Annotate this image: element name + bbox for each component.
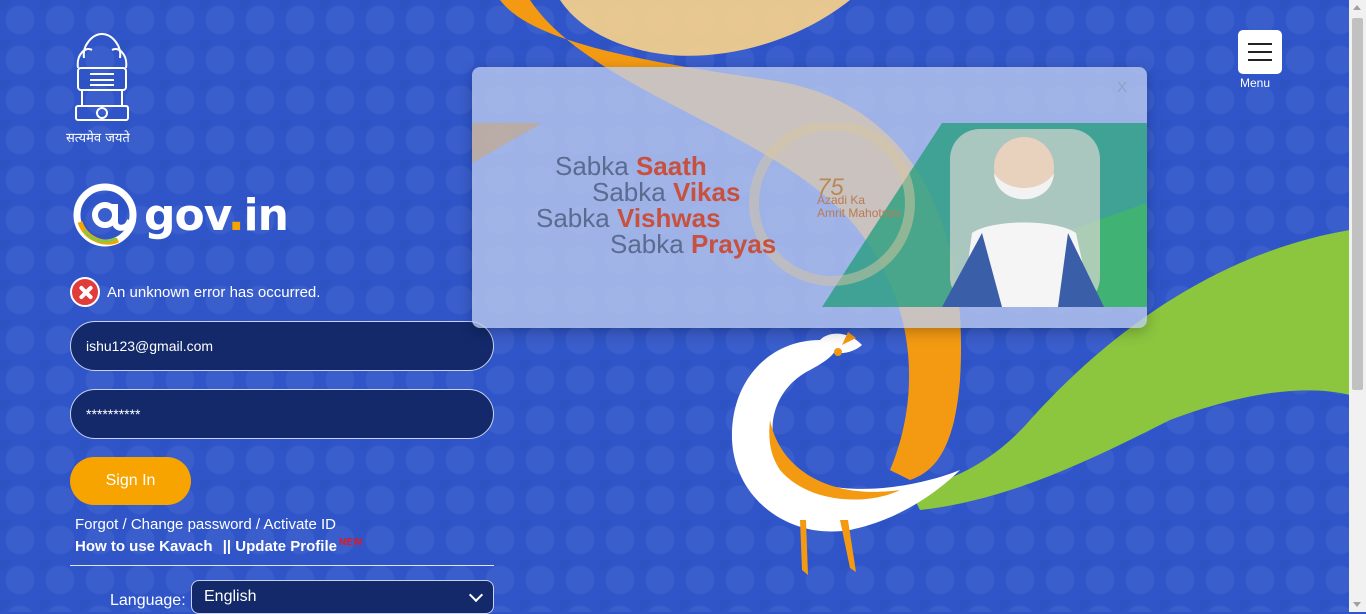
update-profile-link[interactable]: Update Profile bbox=[235, 538, 337, 555]
govin-logo: gov.in bbox=[72, 182, 289, 248]
link-separator: || bbox=[222, 538, 232, 555]
scroll-up-arrow-icon[interactable] bbox=[1353, 5, 1361, 10]
hamburger-line bbox=[1248, 43, 1272, 45]
scrollbar-thumb[interactable] bbox=[1352, 18, 1363, 390]
azadi-ka-amrit-mahotsav-badge: 75 Azadi Ka Amrit Mahotsav bbox=[817, 174, 901, 220]
password-input[interactable] bbox=[70, 389, 494, 439]
menu-button[interactable] bbox=[1238, 30, 1282, 74]
email-input[interactable] bbox=[70, 321, 494, 371]
error-message: An unknown error has occurred. bbox=[107, 283, 321, 301]
hamburger-line bbox=[1248, 51, 1272, 53]
language-select[interactable]: English bbox=[191, 580, 494, 614]
error-x-icon bbox=[70, 277, 100, 307]
logo-wordmark: gov.in bbox=[144, 189, 289, 241]
slogan-banner: Sabka Saath Sabka Vikas Sabka Vishwas Sa… bbox=[472, 123, 1147, 307]
forgot-password-link[interactable]: Forgot / Change password / Activate ID bbox=[75, 516, 336, 533]
page-scrollbar[interactable] bbox=[1349, 0, 1366, 612]
menu-label: Menu bbox=[1240, 76, 1271, 90]
announcement-popup: X Sabka Saath Sabka Vikas Sabka Vishwas … bbox=[472, 67, 1147, 328]
chevron-down-icon bbox=[468, 587, 484, 603]
help-links: How to use Kavach || Update Profile NEW bbox=[75, 537, 362, 555]
language-label: Language: bbox=[110, 592, 186, 609]
emblem-caption: सत्यमेव जयते bbox=[66, 131, 130, 146]
orange-swoosh-light bbox=[560, 0, 850, 56]
new-badge: NEW bbox=[338, 537, 363, 548]
hamburger-line bbox=[1248, 59, 1272, 61]
scroll-down-arrow-icon[interactable] bbox=[1353, 602, 1361, 607]
error-alert: An unknown error has occurred. bbox=[70, 277, 320, 307]
peacock-eye bbox=[834, 348, 842, 356]
divider bbox=[70, 565, 494, 566]
language-selected-value: English bbox=[204, 588, 257, 605]
sign-in-button[interactable]: Sign In bbox=[70, 457, 191, 505]
at-symbol-logo-icon bbox=[73, 183, 137, 247]
kavach-help-link[interactable]: How to use Kavach bbox=[75, 538, 213, 555]
slogan-line-4: Sabka Prayas bbox=[610, 229, 777, 259]
lion-capital-icon bbox=[75, 32, 129, 121]
popup-close-button[interactable]: X bbox=[1117, 79, 1127, 96]
